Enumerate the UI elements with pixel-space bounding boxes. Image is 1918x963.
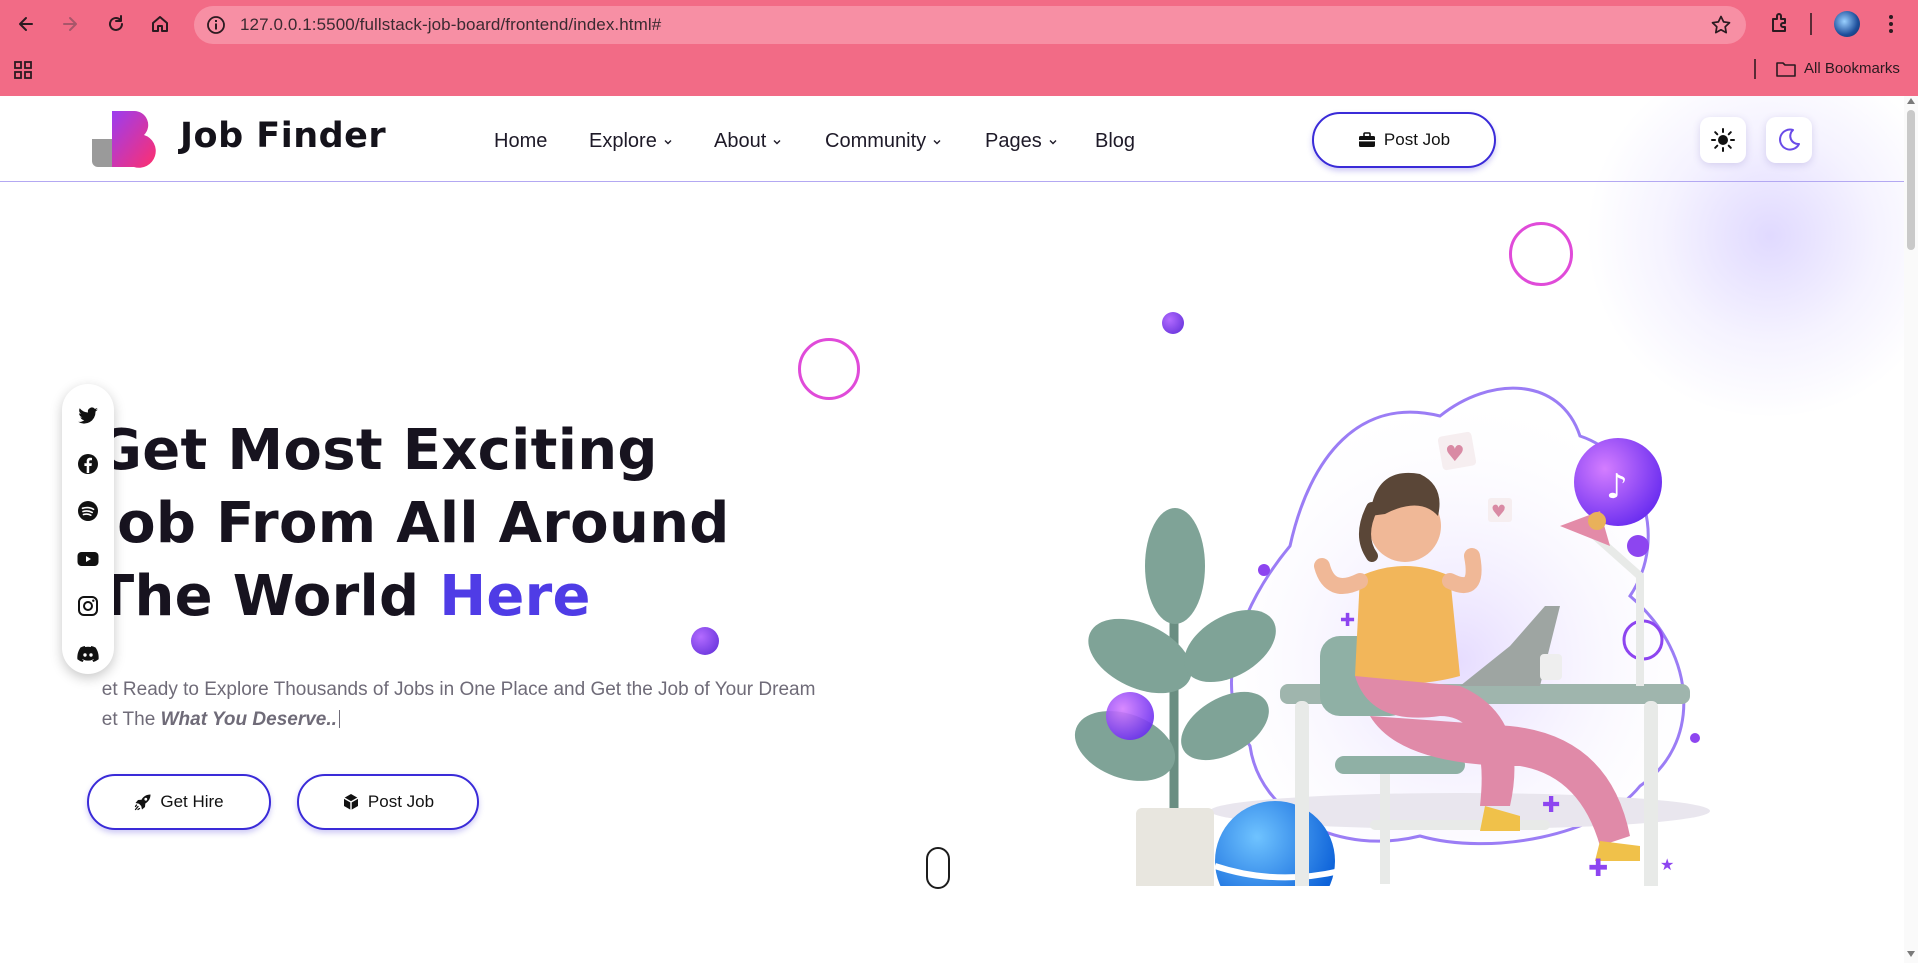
site-info-icon[interactable] xyxy=(206,15,226,35)
svg-text:♥: ♥ xyxy=(1491,502,1506,522)
briefcase-icon xyxy=(1358,132,1375,147)
bookmark-star-icon[interactable] xyxy=(1710,14,1732,36)
menu-kebab-icon[interactable] xyxy=(1884,12,1898,36)
nav-about-label: About xyxy=(714,130,767,152)
nav-blog[interactable]: Blog xyxy=(1095,130,1135,153)
header-post-job-label: Post Job xyxy=(1383,130,1451,149)
hero-title: Get Most Exciting Job From All Around Th… xyxy=(96,414,730,633)
header-post-job-button[interactable]: Post Job xyxy=(1312,112,1496,168)
hero-post-job-button[interactable]: Post Job xyxy=(297,774,479,830)
address-bar[interactable]: 127.0.0.1:5500/fullstack-job-board/front… xyxy=(194,6,1746,44)
discord-icon[interactable] xyxy=(76,642,100,666)
hero-title-line: Get Most Exciting xyxy=(96,418,658,483)
hero-title-prefix: The World xyxy=(96,564,440,629)
scroll-down-mouse-icon[interactable] xyxy=(926,847,950,889)
chevron-down-icon xyxy=(664,139,672,144)
svg-text:✚: ✚ xyxy=(1542,793,1560,818)
arrow-left-icon xyxy=(19,17,33,31)
moon-icon xyxy=(1779,128,1800,151)
reload-button[interactable] xyxy=(102,12,130,36)
toolbar-divider xyxy=(1810,13,1812,35)
main-navigation: Home Explore About Community Pages Blog xyxy=(0,130,1904,160)
nav-home[interactable]: Home xyxy=(494,130,547,153)
page-scrollbar[interactable] xyxy=(1904,96,1918,963)
browser-chrome: 127.0.0.1:5500/fullstack-job-board/front… xyxy=(0,0,1918,96)
dark-mode-toggle[interactable] xyxy=(1766,117,1812,163)
svg-text:✚: ✚ xyxy=(1588,854,1608,882)
hero-post-job-label: Post Job xyxy=(367,792,435,811)
home-button[interactable] xyxy=(146,12,174,36)
profile-avatar[interactable] xyxy=(1834,11,1860,37)
chevron-down-icon xyxy=(773,139,781,144)
hero-title-line: The World Here xyxy=(96,560,730,633)
reload-icon xyxy=(109,15,123,31)
nav-explore[interactable]: Explore xyxy=(589,130,673,153)
hero-title-line: Job From All Around xyxy=(96,491,730,556)
nav-explore-label: Explore xyxy=(589,130,657,152)
back-button[interactable] xyxy=(12,12,40,36)
nav-about[interactable]: About xyxy=(714,130,782,153)
folder-icon xyxy=(1776,62,1796,77)
chevron-down-icon xyxy=(933,139,941,144)
apps-grid-icon[interactable] xyxy=(12,59,34,81)
scroll-up-arrow[interactable] xyxy=(1907,98,1915,104)
site-header: Job Finder Home Explore About Community … xyxy=(0,96,1904,182)
url-text: 127.0.0.1:5500/fullstack-job-board/front… xyxy=(240,15,662,34)
social-links-rail xyxy=(62,384,114,674)
home-icon xyxy=(152,16,168,32)
facebook-icon[interactable] xyxy=(76,452,100,476)
page-viewport: Job Finder Home Explore About Community … xyxy=(0,96,1904,963)
get-hire-button[interactable]: Get Hire xyxy=(87,774,271,830)
svg-text:★: ★ xyxy=(1660,855,1674,874)
scrollbar-thumb[interactable] xyxy=(1907,110,1915,250)
spotify-icon[interactable] xyxy=(76,499,100,523)
nav-community-label: Community xyxy=(825,130,927,152)
instagram-icon[interactable] xyxy=(76,594,100,618)
typing-caret xyxy=(338,710,340,728)
hero-subtitle-emphasis: What You Deserve.. xyxy=(160,709,337,730)
hero-title-accent: Here xyxy=(439,564,591,629)
cube-icon xyxy=(343,794,359,810)
rocket-icon xyxy=(135,794,151,811)
hero-illustration: ♪ ♥ ♥ ✚ ✚ ✚ ★ xyxy=(1074,386,1710,886)
nav-home-label: Home xyxy=(494,130,548,152)
all-bookmarks-link[interactable]: All Bookmarks xyxy=(1804,60,1900,77)
music-note-icon: ♪ xyxy=(1606,467,1628,507)
bookmarks-bar: All Bookmarks xyxy=(0,54,1918,86)
get-hire-label: Get Hire xyxy=(160,792,224,811)
sun-icon xyxy=(1711,128,1735,152)
nav-blog-label: Blog xyxy=(1095,130,1136,152)
extensions-icon[interactable] xyxy=(1768,10,1794,36)
light-mode-toggle[interactable] xyxy=(1700,117,1746,163)
forward-button[interactable] xyxy=(56,12,84,36)
bookmarks-divider xyxy=(1754,59,1756,79)
nav-pages[interactable]: Pages xyxy=(985,130,1058,153)
svg-text:♥: ♥ xyxy=(1445,442,1465,467)
twitter-icon[interactable] xyxy=(76,404,100,428)
nav-community[interactable]: Community xyxy=(825,130,942,153)
hero-subtitle-line: Get The What You Deserve.. xyxy=(87,705,847,735)
svg-text:✚: ✚ xyxy=(1340,610,1355,631)
scroll-down-arrow[interactable] xyxy=(1907,951,1915,957)
arrow-right-icon xyxy=(63,17,77,31)
chevron-down-icon xyxy=(1049,139,1057,144)
hero-subtitle: Get Ready to Explore Thousands of Jobs i… xyxy=(87,675,847,735)
deco-ring xyxy=(798,338,860,400)
hero-subtitle-line: Get Ready to Explore Thousands of Jobs i… xyxy=(87,679,816,700)
nav-pages-label: Pages xyxy=(985,130,1042,152)
browser-toolbar: 127.0.0.1:5500/fullstack-job-board/front… xyxy=(0,0,1918,48)
youtube-icon[interactable] xyxy=(76,547,100,571)
